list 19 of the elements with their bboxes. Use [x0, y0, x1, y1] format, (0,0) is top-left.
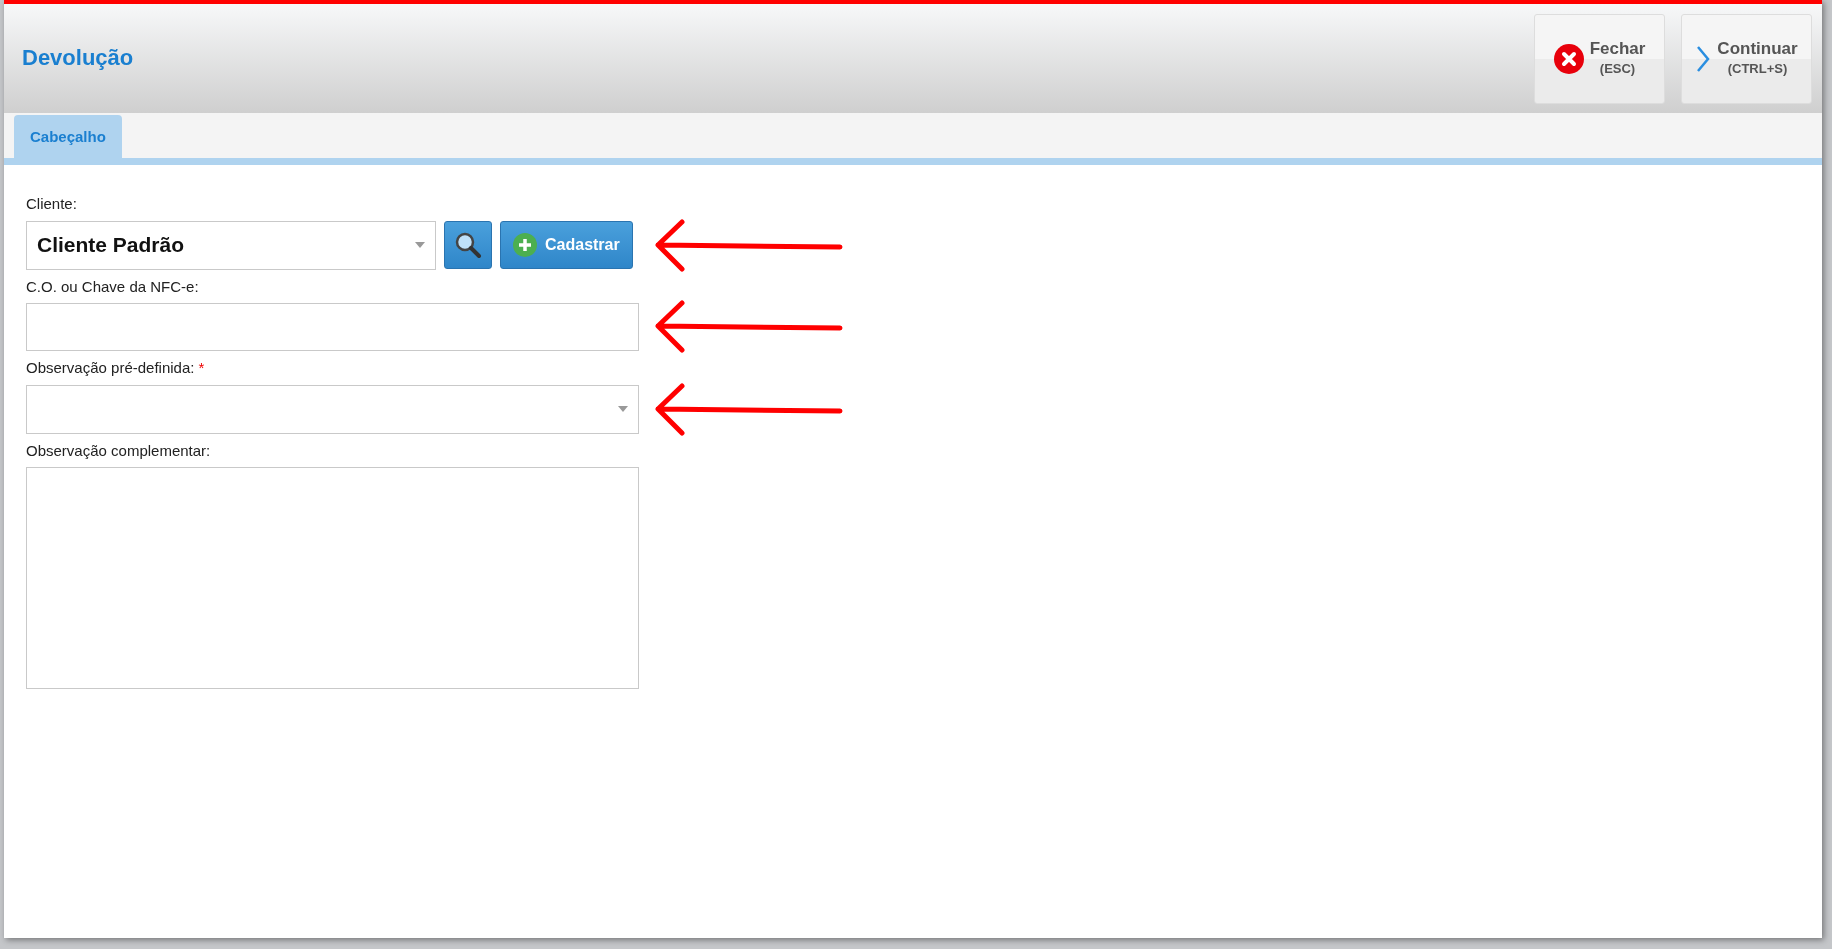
client-select[interactable]: Cliente Padrão: [26, 220, 436, 270]
field-label: Cliente:: [26, 194, 77, 214]
dropdown-caret-icon: [415, 242, 425, 248]
field-label: Observação pré-definida: *: [26, 358, 205, 378]
text-area[interactable]: [26, 467, 639, 689]
dropdown-caret-icon: [618, 406, 628, 412]
search-button[interactable]: [444, 220, 492, 269]
dialog-title: Devolução: [22, 45, 134, 72]
continue-button[interactable]: Continuar (CTRL+S): [1681, 13, 1812, 104]
plus-icon: [513, 232, 537, 257]
text-field[interactable]: [26, 303, 639, 351]
chevron-right-icon: [1695, 44, 1712, 73]
field-label: C.O. ou Chave da NFC-e:: [26, 276, 199, 297]
close-button[interactable]: Fechar (ESC): [1534, 13, 1665, 104]
required-mark: *: [198, 359, 205, 376]
close-icon: [1553, 43, 1584, 74]
search-icon: [454, 230, 482, 259]
select-field[interactable]: [26, 384, 639, 434]
field-label: Observação complementar:: [26, 440, 211, 461]
